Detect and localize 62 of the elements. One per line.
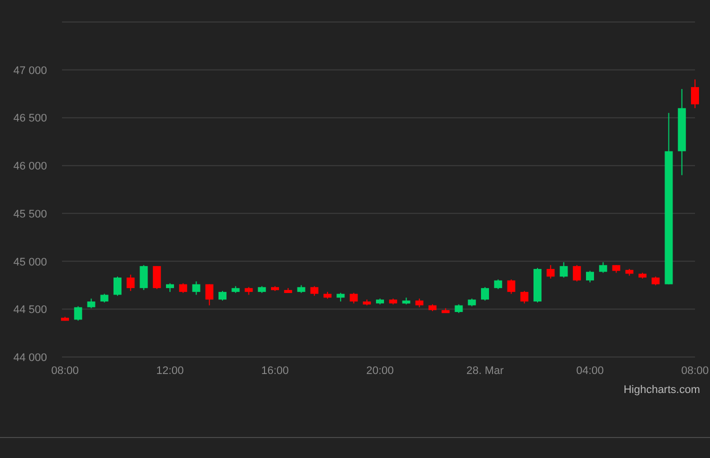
chart-credit-link[interactable]: Highcharts.com [624,382,700,398]
candlestick [638,272,646,279]
candlestick [362,300,371,306]
candlestick [244,287,253,295]
candlestick [350,292,358,304]
x-axis-label: 04:00 [576,365,604,377]
candlestick [494,279,502,290]
candlestick [297,285,306,293]
y-axis-label: 47 000 [13,64,47,77]
candlestick [507,279,516,294]
candlestick [336,292,345,302]
x-axis-label: 16:00 [261,365,289,377]
candlestick [402,298,410,304]
candlestick [415,298,424,308]
candlestick [232,286,240,293]
x-axis-label: 20:00 [366,365,394,377]
x-axis-label: 08:00 [681,365,709,377]
y-axis-label: 45 000 [13,256,47,268]
y-axis-label: 46 000 [13,160,47,173]
candlestick [442,308,450,314]
x-axis-label: 28. Mar [466,365,504,377]
candlestick [271,286,279,291]
candlestick [74,306,82,321]
candlestick [454,304,463,313]
candlestick [572,265,581,282]
candlestick [376,298,384,304]
candlestick [310,286,318,296]
candlestick [166,283,174,292]
candlestick [389,298,398,304]
candlestick [179,283,188,293]
y-axis-label: 44 000 [13,352,47,364]
candlestick [192,281,200,295]
candlestick [560,262,568,278]
y-axis-label: 44 500 [13,304,47,316]
candlestick [126,274,135,291]
candlestick [652,276,660,286]
candlestick [140,265,148,290]
candlestick [284,288,292,293]
candlestick [205,284,214,306]
candlestick [625,268,634,276]
candlestick [481,287,489,301]
candlestick [114,276,122,296]
candlestick [428,304,436,312]
candlestick [87,298,96,308]
candlestick [586,270,594,282]
candlestick [546,265,555,279]
candlestick [612,265,620,273]
candlestick [468,298,476,306]
candlestick [100,294,108,302]
candlestick [61,316,69,321]
candlestick [152,266,161,290]
x-axis-label: 08:00 [51,365,79,377]
y-axis-label: 45 500 [13,208,47,220]
x-axis-label: 12:00 [156,365,184,377]
candlestick [599,262,608,273]
candlestick [520,290,528,304]
candlestick [534,268,542,302]
y-axis-label: 46 500 [13,112,47,125]
candlestick [258,286,266,293]
candlestick [218,290,226,301]
candlestick [691,79,699,108]
candlestick [324,292,332,299]
